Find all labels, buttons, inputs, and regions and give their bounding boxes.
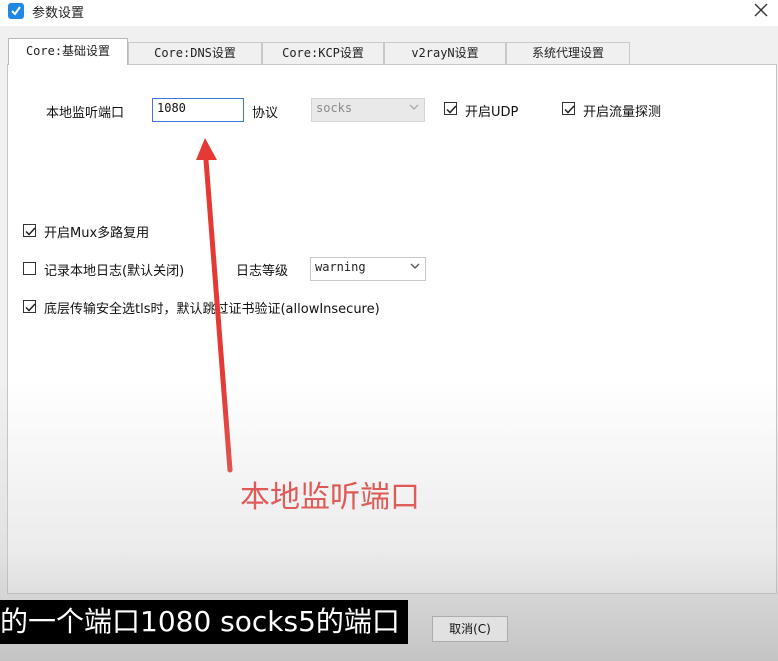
annotation-label: 本地监听端口 <box>240 480 420 515</box>
tab-core-basic[interactable]: Core:基础设置 <box>8 38 128 65</box>
cancel-button[interactable]: 取消(C) <box>432 616 508 642</box>
annotation-arrow <box>196 138 233 473</box>
video-subtitle: 的一个端口1080 socks5的端口 <box>0 600 408 644</box>
